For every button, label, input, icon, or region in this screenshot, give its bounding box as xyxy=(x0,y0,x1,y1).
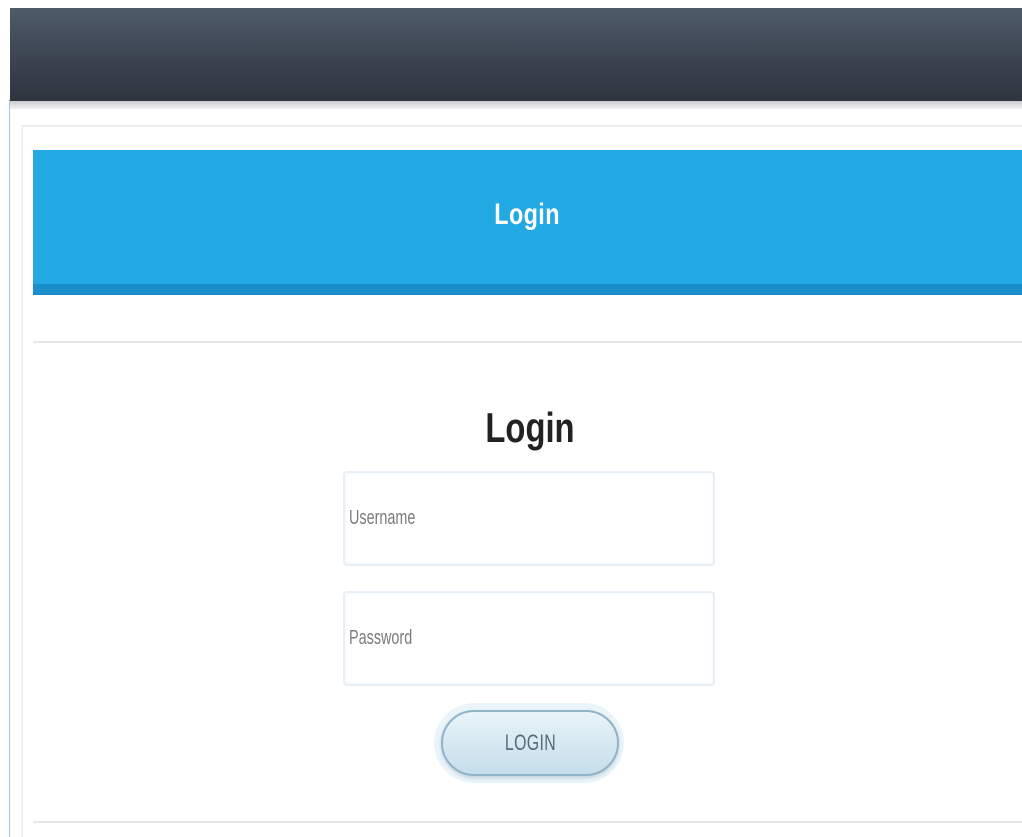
password-input[interactable] xyxy=(349,593,709,684)
header-banner: Login xyxy=(33,150,1022,288)
banner-title: Login xyxy=(494,198,561,231)
login-page: Login Login LOGIN xyxy=(0,0,1022,837)
password-field[interactable] xyxy=(343,591,715,686)
login-button[interactable]: LOGIN xyxy=(441,710,619,776)
top-divider xyxy=(33,341,1022,343)
banner-bottom-stripe xyxy=(33,284,1022,295)
username-field[interactable] xyxy=(343,471,715,566)
form-title: Login xyxy=(485,404,575,451)
top-navigation-bar xyxy=(10,8,1022,101)
left-border-line xyxy=(9,100,10,837)
login-button-label: LOGIN xyxy=(504,730,556,755)
username-input[interactable] xyxy=(349,473,709,564)
top-bar-shadow xyxy=(10,101,1022,109)
bottom-divider xyxy=(33,821,1022,823)
